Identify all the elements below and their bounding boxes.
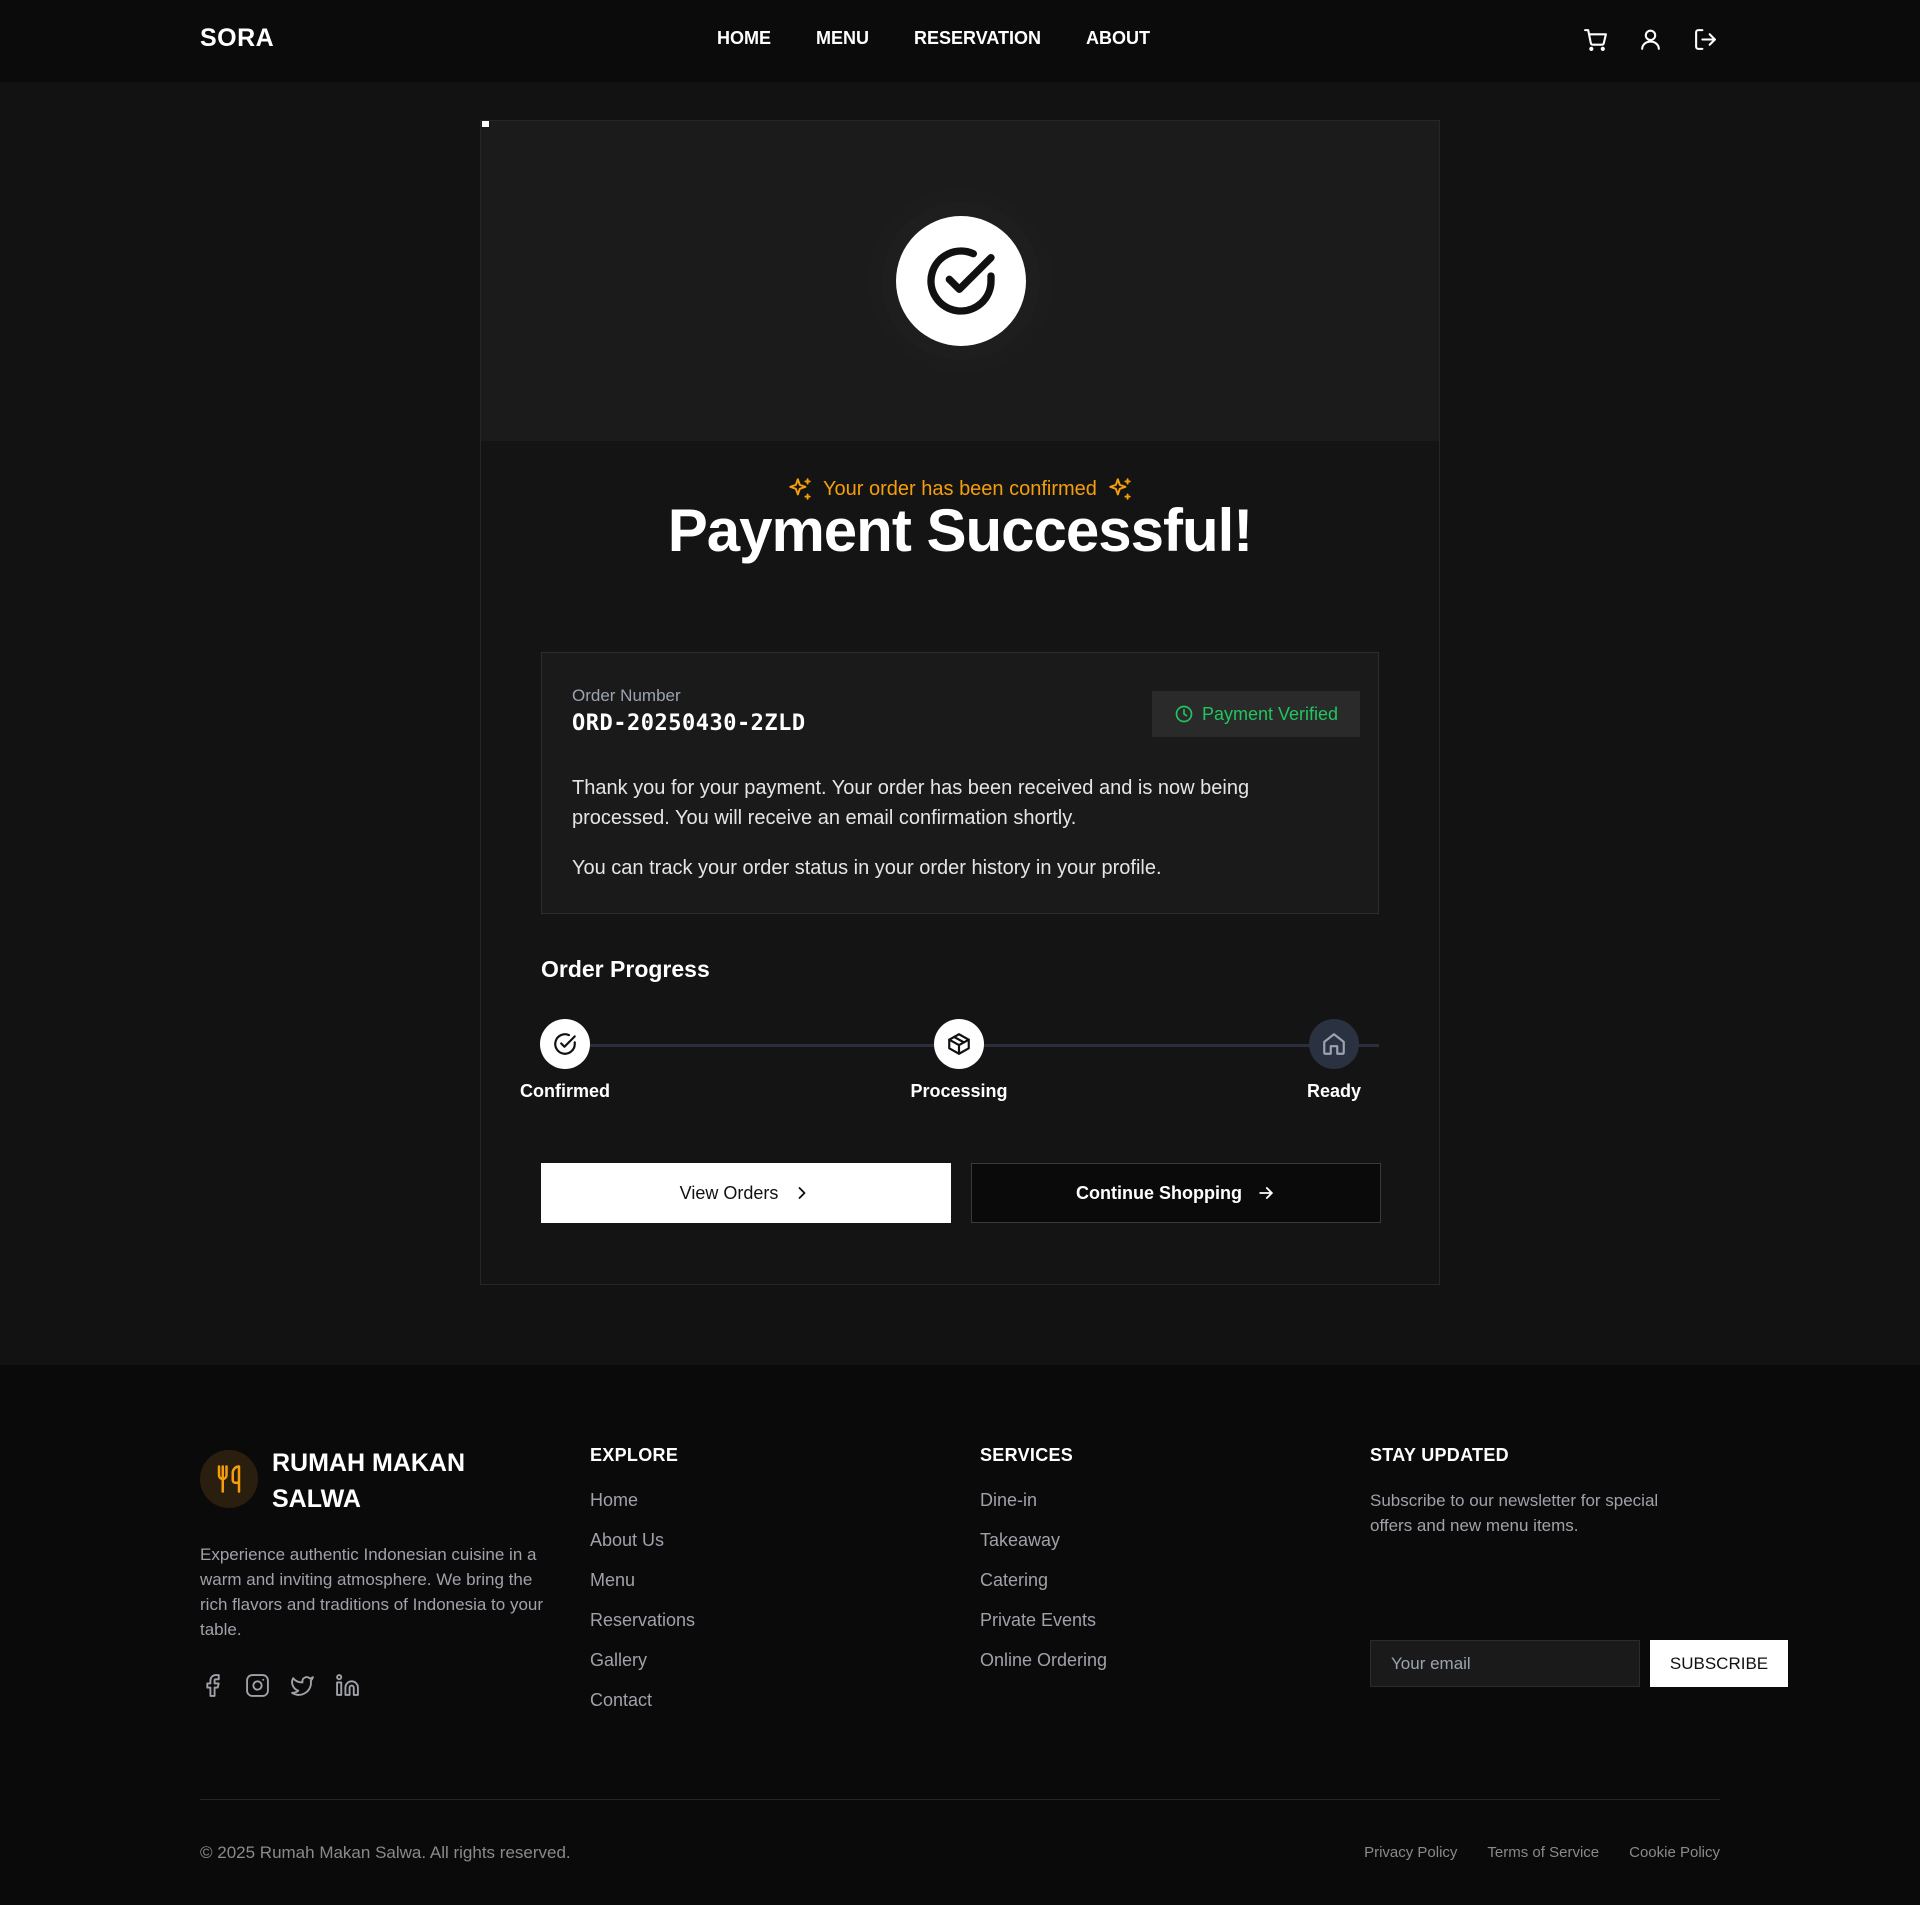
subscribe-button[interactable]: SUBSCRIBE (1650, 1640, 1788, 1687)
legal-links: Privacy Policy Terms of Service Cookie P… (1364, 1844, 1720, 1861)
home-icon (1323, 1033, 1345, 1055)
restaurant-description: Experience authentic Indonesian cuisine … (200, 1545, 544, 1639)
step-label: Processing (910, 1081, 1008, 1101)
order-info-box: Order Number ORD-20250430-2ZLD Payment V… (541, 652, 1379, 914)
sparkles-icon (789, 478, 811, 500)
corner-dot (482, 121, 489, 127)
nav-reservation-link[interactable]: RESERVATION (914, 28, 1041, 49)
linkedin-icon[interactable] (335, 1673, 360, 1698)
card-hero (481, 121, 1439, 441)
page-title: Payment Successful! (667, 497, 1254, 564)
newsletter-description: Subscribe to our newsletter for special … (1370, 1491, 1659, 1535)
facebook-icon[interactable] (200, 1673, 225, 1698)
footer-explore-column: EXPLORE Home About Us Menu Reservations … (590, 1445, 695, 1728)
view-orders-button[interactable]: View Orders (541, 1163, 951, 1223)
main-nav: HOME MENU RESERVATION ABOUT (717, 28, 1150, 49)
footer-link-contact[interactable]: Contact (590, 1688, 695, 1728)
footer-link-takeaway[interactable]: Takeaway (980, 1528, 1107, 1568)
confirmation-subtitle: Your order has been confirmed (481, 476, 1439, 502)
footer-link-catering[interactable]: Catering (980, 1568, 1107, 1608)
step-confirmed: Confirmed (485, 1019, 645, 1102)
cookie-policy-link[interactable]: Cookie Policy (1629, 1844, 1720, 1861)
footer-services-column: SERVICES Dine-in Takeaway Catering Priva… (980, 1445, 1107, 1688)
nav-about-link[interactable]: ABOUT (1086, 28, 1150, 49)
brand-logo[interactable]: SORA (200, 24, 274, 53)
footer-link-menu[interactable]: Menu (590, 1568, 695, 1608)
step-processing-indicator (934, 1019, 984, 1069)
chevron-right-icon (798, 1187, 806, 1199)
copyright: © 2025 Rumah Makan Salwa. All rights res… (200, 1843, 571, 1862)
sparkles-icon (1109, 478, 1131, 500)
step-ready: Ready (1254, 1019, 1414, 1102)
step-confirmed-indicator (540, 1019, 590, 1069)
user-icon[interactable] (1638, 27, 1663, 52)
footer-newsletter-column: STAY UPDATED Subscribe to our newsletter… (1370, 1445, 1790, 1705)
continue-shopping-label: Continue Shopping (1076, 1182, 1242, 1203)
continue-shopping-button[interactable]: Continue Shopping (971, 1163, 1381, 1223)
confirmation-text: Your order has been confirmed (823, 477, 1097, 500)
restaurant-logo (200, 1450, 258, 1508)
step-label: Ready (1306, 1081, 1362, 1101)
nav-actions (1583, 27, 1718, 52)
newsletter-email-input[interactable] (1370, 1640, 1640, 1687)
package-icon (948, 1033, 970, 1055)
check-circle-icon (927, 247, 995, 315)
utensils-icon (217, 1465, 241, 1493)
step-processing: Processing (879, 1019, 1039, 1102)
arrow-right-icon (1259, 1187, 1273, 1199)
step-label: Confirmed (520, 1081, 610, 1101)
restaurant-name: RUMAH MAKAN SALWA (272, 1449, 466, 1513)
order-number: ORD-20250430-2ZLD (572, 711, 806, 736)
view-orders-label: View Orders (679, 1182, 779, 1203)
top-navbar: SORA HOME MENU RESERVATION ABOUT (0, 0, 1920, 82)
payment-success-card: Payment Successful! Your order has been … (480, 120, 1440, 1285)
footer-link-online-ordering[interactable]: Online Ordering (980, 1648, 1107, 1688)
twitter-icon[interactable] (290, 1673, 315, 1698)
footer-divider (200, 1799, 1720, 1800)
footer-link-gallery[interactable]: Gallery (590, 1648, 695, 1688)
confirmation-message: Thank you for your payment. Your order h… (572, 777, 1250, 829)
explore-title: EXPLORE (590, 1445, 679, 1465)
cart-icon[interactable] (1583, 27, 1608, 52)
badge-label: Payment Verified (1201, 703, 1339, 724)
newsletter-form: SUBSCRIBE (1370, 1640, 1788, 1687)
terms-of-service-link[interactable]: Terms of Service (1487, 1844, 1599, 1861)
social-links (200, 1673, 360, 1698)
instagram-icon[interactable] (245, 1673, 270, 1698)
services-title: SERVICES (980, 1445, 1074, 1465)
order-progress-title: Order Progress (541, 956, 710, 982)
nav-home-link[interactable]: HOME (717, 28, 771, 49)
footer-link-home[interactable]: Home (590, 1488, 695, 1528)
newsletter-title: STAY UPDATED (1370, 1445, 1509, 1465)
payment-verified-badge: Payment Verified (1152, 691, 1360, 737)
check-circle-icon (554, 1033, 576, 1055)
nav-menu-link[interactable]: MENU (816, 28, 869, 49)
tracking-message: You can track your order status in your … (572, 857, 1162, 879)
footer-link-about[interactable]: About Us (590, 1528, 695, 1568)
success-badge (896, 216, 1026, 346)
step-ready-indicator (1309, 1019, 1359, 1069)
privacy-policy-link[interactable]: Privacy Policy (1364, 1844, 1457, 1861)
order-number-label: Order Number (572, 686, 681, 705)
clock-icon (1175, 705, 1193, 723)
logout-icon[interactable] (1693, 27, 1718, 52)
site-footer: RUMAH MAKAN SALWA Experience authentic I… (0, 1365, 1920, 1905)
footer-link-private-events[interactable]: Private Events (980, 1608, 1107, 1648)
footer-link-reservations[interactable]: Reservations (590, 1608, 695, 1648)
footer-link-dine-in[interactable]: Dine-in (980, 1488, 1107, 1528)
